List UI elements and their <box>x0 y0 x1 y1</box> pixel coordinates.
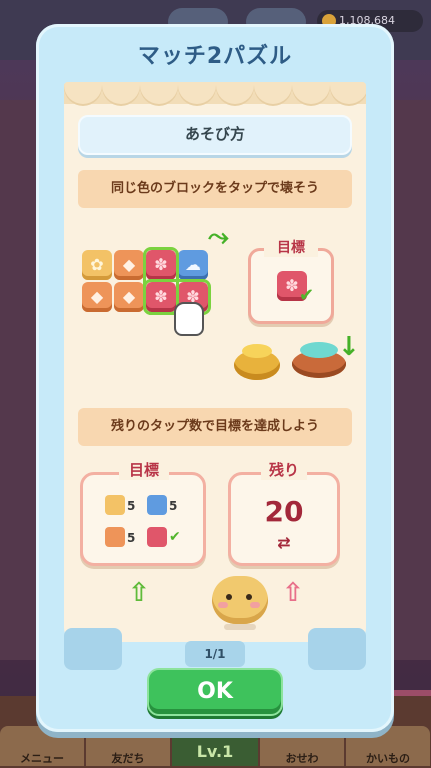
tab-shop: かいもの <box>346 726 430 766</box>
check-icon: ✔ <box>299 285 315 306</box>
tutorial-modal: マッチ2パズル あそび方 同じ色のブロックをタップで壊そう ✿ ◆ ✽ ☁ ◆ … <box>36 24 394 732</box>
goal-card: 目標 5 5 5 ✔ <box>80 459 206 566</box>
flower-goal-icon <box>147 527 167 547</box>
step2-banner: 残りのタップ数で目標を達成しよう <box>78 408 352 446</box>
ribbon-goal-icon <box>105 495 125 515</box>
prev-page-slot <box>64 628 122 670</box>
target-label: 目標 <box>264 237 318 257</box>
goal-count: 5 <box>127 499 136 513</box>
remaining-label: 残り <box>261 459 307 480</box>
dog-mascot-icon <box>204 570 276 636</box>
cloud-block-icon: ☁ <box>178 250 208 280</box>
goal-label: 目標 <box>119 459 169 480</box>
up-arrow-pink-icon: ⇧ <box>282 578 304 608</box>
tap-hand-icon <box>174 302 204 336</box>
how-to-play-header: あそび方 <box>78 115 352 155</box>
tab-friends: 友だち <box>86 726 170 766</box>
ribbon-block-icon: ✿ <box>82 250 112 280</box>
right-wall <box>391 100 431 660</box>
candy-goal-icon <box>105 527 125 547</box>
goal-count: 5 <box>169 499 178 513</box>
swap-arrows-icon: ⇄ <box>277 533 291 552</box>
candy-block-icon: ◆ <box>114 250 144 280</box>
candy-block-icon: ◆ <box>114 282 144 312</box>
arrow-right-icon: ⤳ <box>208 222 229 252</box>
candy-block-icon: ◆ <box>82 282 112 312</box>
next-page-slot <box>308 628 366 670</box>
goal-count: 5 <box>127 531 136 545</box>
target-card: 目標 ✽ ✔ <box>248 237 334 324</box>
ok-button[interactable]: OK <box>147 668 283 716</box>
awning <box>64 82 366 104</box>
step1-banner: 同じ色のブロックをタップで壊そう <box>78 170 352 208</box>
tab-level: Lv.1 <box>172 726 258 766</box>
modal-title: マッチ2パズル <box>137 44 293 69</box>
remaining-card: 残り 20 ⇄ <box>228 459 340 566</box>
cloud-goal-icon <box>147 495 167 515</box>
remaining-count: 20 <box>264 495 304 528</box>
page-indicator: 1/1 <box>185 641 245 667</box>
tab-menu: メニュー <box>0 726 84 766</box>
goal-check-icon: ✔ <box>169 529 181 545</box>
left-wall <box>0 100 40 660</box>
up-arrow-green-icon: ⇧ <box>128 578 150 608</box>
tutorial-panel: あそび方 同じ色のブロックをタップで壊そう ✿ ◆ ✽ ☁ ◆ ◆ ✽ ✽ ⤳ … <box>64 82 366 642</box>
tab-care: おせわ <box>260 726 344 766</box>
